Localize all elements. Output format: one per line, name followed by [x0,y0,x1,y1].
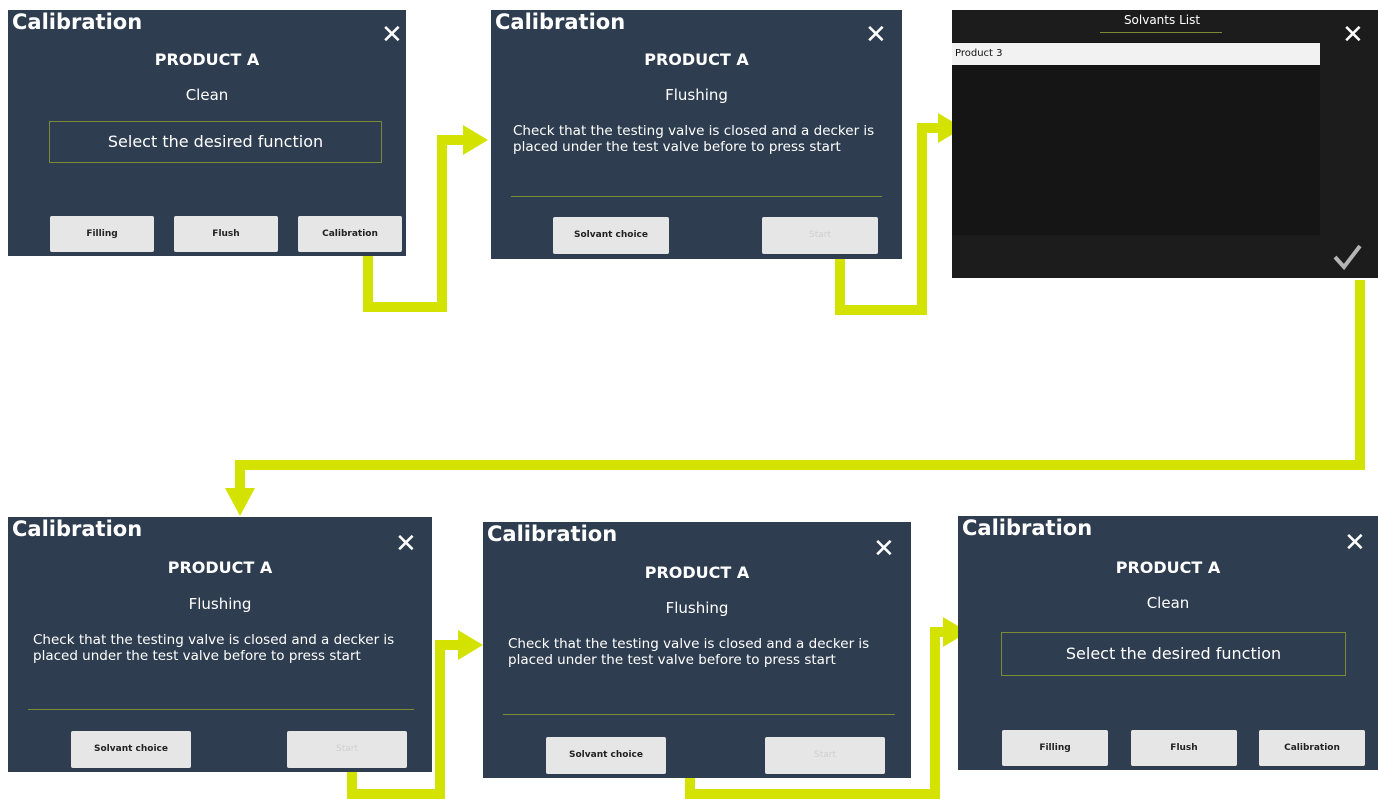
screen-1-calibration-clean: Calibration ✕ PRODUCT A Clean Select the… [8,10,406,256]
title-underline [1100,32,1222,33]
window-title: Calibration [487,522,618,546]
close-icon[interactable]: ✕ [873,536,895,562]
screen-2-calibration-flushing: Calibration ✕ PRODUCT A Flushing Check t… [491,10,902,259]
screen-3-solvants-list: Solvants List ✕ Product 3 [952,10,1378,278]
close-icon[interactable]: ✕ [1342,22,1364,48]
product-name: PRODUCT A [644,563,750,582]
solvant-choice-button[interactable]: Solvant choice [553,217,669,254]
product-name: PRODUCT A [167,558,273,577]
instruction-message: Check that the testing valve is closed a… [508,636,870,668]
start-button[interactable]: Start [765,737,885,774]
window-title: Calibration [495,10,626,34]
function-prompt: Select the desired function [1001,632,1346,676]
window-title: Calibration [962,516,1093,540]
instruction-message: Check that the testing valve is closed a… [33,632,395,664]
screen-6-calibration-clean: Calibration ✕ PRODUCT A Clean Select the… [958,516,1378,770]
list-item[interactable]: Product 3 [952,43,1320,65]
window-title: Calibration [12,517,143,541]
arrowhead-1 [463,125,488,155]
filling-button[interactable]: Filling [50,216,154,252]
calibration-button[interactable]: Calibration [1259,730,1365,766]
close-icon[interactable]: ✕ [395,531,417,557]
close-icon[interactable]: ✕ [865,22,887,48]
solvant-choice-button[interactable]: Solvant choice [71,731,191,768]
start-button[interactable]: Start [287,731,407,768]
product-name: PRODUCT A [154,50,260,69]
product-name: PRODUCT A [1115,558,1221,577]
list-area: Product 3 [952,42,1320,235]
arrowhead-4 [458,630,483,660]
solvant-choice-button[interactable]: Solvant choice [546,737,666,774]
flush-button[interactable]: Flush [1131,730,1237,766]
close-icon[interactable]: ✕ [1344,530,1366,556]
mode-label: Flushing [188,595,252,613]
close-icon[interactable]: ✕ [381,22,403,48]
start-button[interactable]: Start [762,217,878,254]
separator-line [511,196,882,197]
calibration-button[interactable]: Calibration [298,216,402,252]
filling-button[interactable]: Filling [1002,730,1108,766]
mode-label: Flushing [665,599,729,617]
screen-4-calibration-flushing: Calibration ✕ PRODUCT A Flushing Check t… [8,517,432,772]
flush-button[interactable]: Flush [174,216,278,252]
arrowhead-3 [225,488,255,516]
list-title: Solvants List [1123,13,1201,27]
checkmark-icon[interactable] [1332,242,1362,272]
separator-line [28,709,414,710]
mode-label: Clean [1146,594,1190,612]
function-prompt: Select the desired function [49,121,382,163]
screen-5-calibration-flushing: Calibration ✕ PRODUCT A Flushing Check t… [483,522,911,778]
mode-label: Clean [185,86,229,104]
window-title: Calibration [12,10,143,34]
product-name: PRODUCT A [644,50,749,69]
mode-label: Flushing [665,86,728,104]
instruction-message: Check that the testing valve is closed a… [513,123,875,155]
separator-line [503,714,895,715]
